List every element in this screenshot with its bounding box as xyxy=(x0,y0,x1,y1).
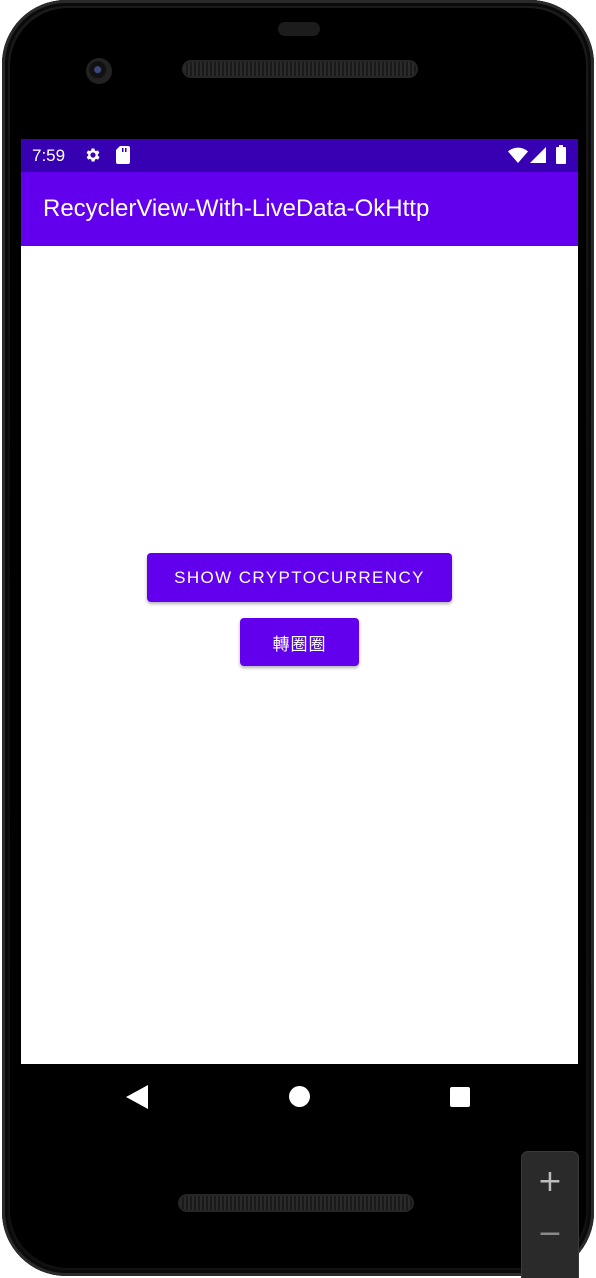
wifi-icon xyxy=(508,147,528,163)
navigation-bar xyxy=(0,1064,596,1130)
back-icon[interactable] xyxy=(126,1085,148,1109)
emulator-zoom-panel: + − xyxy=(522,1152,578,1278)
status-time: 7:59 xyxy=(32,146,66,165)
home-icon[interactable] xyxy=(289,1086,310,1107)
status-bar: 7:59 xyxy=(21,139,578,172)
spinner-button[interactable]: 轉圈圈 xyxy=(240,618,359,666)
battery-icon xyxy=(556,145,566,164)
zoom-in-button[interactable]: + xyxy=(522,1156,578,1208)
zoom-out-button[interactable]: − xyxy=(522,1208,578,1260)
phone-screen: 7:59 RecyclerView-With-LiveData-OkHttp S… xyxy=(21,139,578,1064)
app-bar: RecyclerView-With-LiveData-OkHttp xyxy=(21,172,578,246)
gear-icon xyxy=(86,148,100,162)
top-sensor xyxy=(278,22,320,36)
bottom-speaker xyxy=(180,1196,412,1210)
signal-icon xyxy=(530,147,546,163)
show-cryptocurrency-button[interactable]: SHOW CRYPTOCURRENCY xyxy=(147,553,452,602)
emulator-window: 7:59 RecyclerView-With-LiveData-OkHttp S… xyxy=(0,0,596,1278)
earpiece-speaker xyxy=(184,62,416,76)
recents-icon[interactable] xyxy=(450,1087,470,1107)
front-camera-icon xyxy=(86,58,112,84)
main-content: SHOW CRYPTOCURRENCY 轉圈圈 xyxy=(21,246,578,1064)
sd-card-icon xyxy=(116,146,130,164)
app-title: RecyclerView-With-LiveData-OkHttp xyxy=(43,195,430,222)
